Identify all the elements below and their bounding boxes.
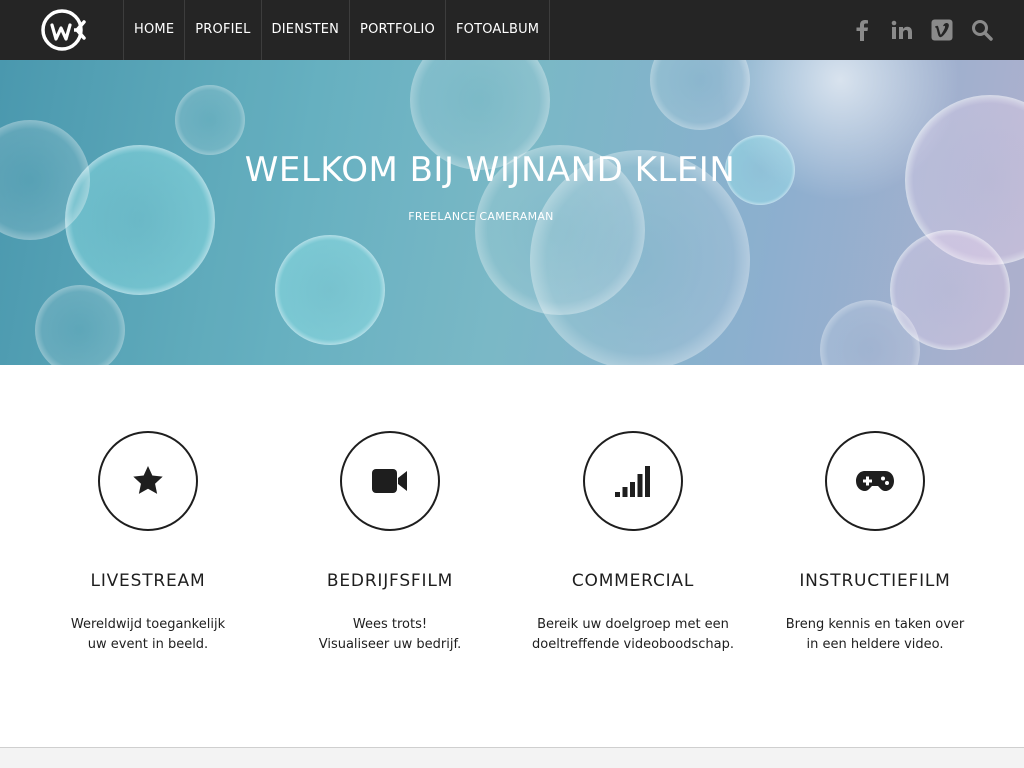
hero-title: WELKOM BIJ WIJNAND KLEIN [244,150,736,190]
service-description: Bereik uw doelgroep met een doeltreffend… [512,615,754,655]
linkedin-icon[interactable] [890,18,914,42]
footer-band [0,748,1024,768]
service-description-line: Breng kennis en taken over [785,617,965,632]
service-description-line: Bereik uw doelgroep met een [537,617,729,632]
services-section: LIVESTREAM Wereldwijd toegankelijk uw ev… [27,431,997,671]
service-bedrijfsfilm: BEDRIJFSFILM Wees trots! Visualiseer uw … [269,431,511,655]
main-nav: HOME PROFIEL DIENSTEN PORTFOLIO FOTOALBU… [123,0,551,60]
social-links [834,18,994,42]
facebook-icon[interactable] [850,18,874,42]
nav-item-profiel[interactable]: PROFIEL [184,0,260,60]
service-commercial: COMMERCIAL Bereik uw doelgroep met een d… [512,431,754,655]
nav-item-fotoalbum[interactable]: FOTOALBUM [444,0,551,60]
top-navigation-bar: HOME PROFIEL DIENSTEN PORTFOLIO FOTOALBU… [0,0,1024,60]
service-livestream: LIVESTREAM Wereldwijd toegankelijk uw ev… [27,431,269,655]
service-icon-circle[interactable] [583,431,683,531]
video-camera-icon [372,469,407,493]
gamepad-icon [856,471,894,491]
service-description-line: in een heldere video. [806,637,944,652]
service-description-line: doeltreffende videoboodschap. [532,637,734,652]
signal-bars-icon [615,466,650,497]
service-icon-circle[interactable] [825,431,925,531]
service-title: COMMERCIAL [571,571,695,591]
service-description-line: Wereldwijd toegankelijk [70,617,226,632]
service-title: INSTRUCTIEFILM [799,571,951,591]
star-icon [133,466,163,494]
service-title: BEDRIJFSFILM [326,571,454,591]
nav-item-home[interactable]: HOME [123,0,184,60]
wk-logo-icon[interactable] [40,8,96,52]
service-description-line: uw event in beeld. [87,637,209,652]
service-icon-circle[interactable] [98,431,198,531]
service-description-line: Wees trots! [352,617,428,632]
hero-subtitle: FREELANCE CAMERAMAN [408,210,554,223]
search-icon[interactable] [970,18,994,42]
service-icon-circle[interactable] [340,431,440,531]
vimeo-icon[interactable] [930,18,954,42]
service-description-line: Visualiseer uw bedrijf. [318,637,462,652]
service-description: Wees trots! Visualiseer uw bedrijf. [269,615,511,655]
service-title: LIVESTREAM [90,571,206,591]
hero-banner: WELKOM BIJ WIJNAND KLEIN FREELANCE CAMER… [0,60,1024,365]
nav-item-diensten[interactable]: DIENSTEN [260,0,350,60]
service-instructiefilm: INSTRUCTIEFILM Breng kennis en taken ove… [754,431,996,655]
service-description: Wereldwijd toegankelijk uw event in beel… [27,615,269,655]
service-description: Breng kennis en taken over in een helder… [754,615,996,655]
nav-item-portfolio[interactable]: PORTFOLIO [349,0,445,60]
